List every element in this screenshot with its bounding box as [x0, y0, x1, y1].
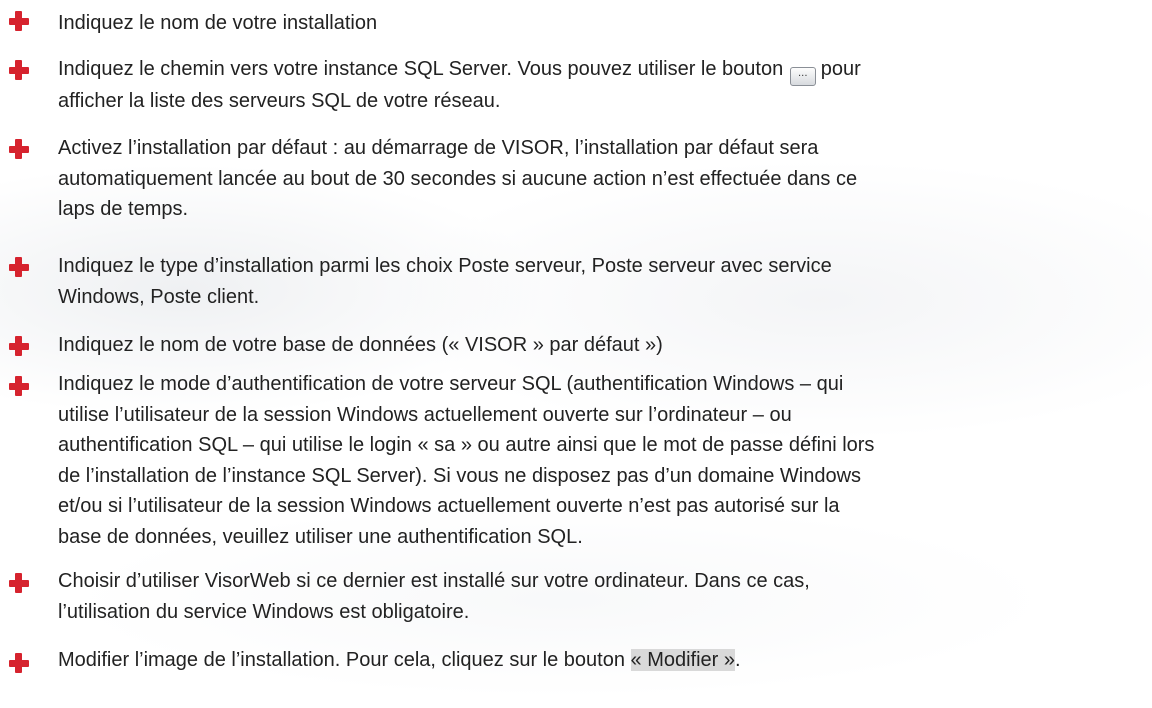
item-text: Modifier l’image de l’installation. Pour…	[58, 645, 1146, 676]
red-cross-icon	[8, 10, 30, 32]
red-cross-icon	[8, 59, 30, 81]
item-text: Indiquez le mode d’authentification de v…	[58, 373, 875, 548]
item-text: Indiquez le chemin vers votre instance S…	[58, 54, 1146, 117]
item-text-after: .	[735, 649, 741, 671]
item-text-before: Indiquez le chemin vers votre instance S…	[58, 58, 784, 80]
red-cross-icon	[8, 375, 30, 397]
red-cross-icon	[8, 572, 30, 594]
item-text: Choisir d’utiliser VisorWeb si ce dernie…	[58, 570, 810, 623]
red-cross-icon	[8, 652, 30, 674]
item-text: Activez l’installation par défaut : au d…	[58, 137, 858, 220]
item-text-before: Modifier l’image de l’installation. Pour…	[58, 649, 625, 671]
red-cross-icon	[8, 335, 30, 357]
red-cross-icon	[8, 256, 30, 278]
item-text: Indiquez le type d’installation parmi le…	[58, 255, 832, 308]
ellipsis-button-icon: ...	[789, 67, 816, 86]
item-text: Indiquez le nom de votre installation	[58, 12, 378, 34]
item-text: Indiquez le nom de votre base de données…	[58, 334, 663, 356]
modifier-button-reference: « Modifier »	[630, 649, 736, 671]
red-cross-icon	[8, 138, 30, 160]
